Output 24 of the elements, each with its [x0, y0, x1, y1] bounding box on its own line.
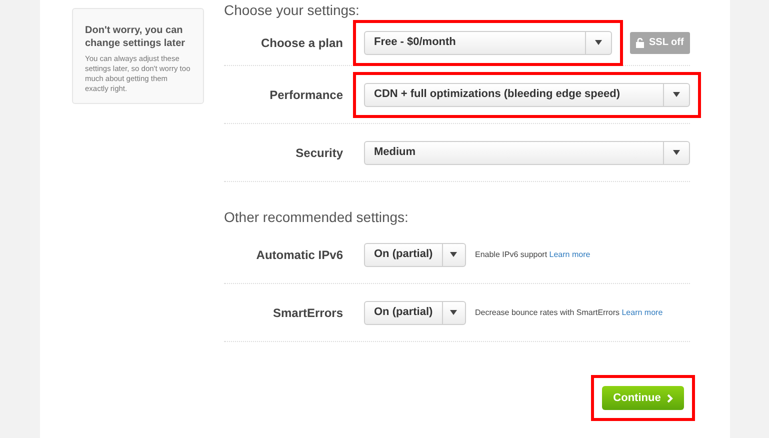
setting-label: Performance	[268, 86, 343, 104]
setting-label: Automatic IPv6	[255, 246, 343, 264]
dropdown[interactable]: CDN + full optimizations (bleeding edge speed)	[364, 82, 690, 106]
caret-icon	[595, 40, 602, 45]
caret-icon	[673, 92, 680, 97]
lock-icon	[636, 38, 644, 48]
learn-more-link[interactable]: Learn more	[622, 308, 663, 316]
setting-label: Security	[294, 144, 343, 162]
dropdown[interactable]: Free - $0/month	[364, 30, 612, 54]
caret-icon	[450, 252, 458, 257]
setting-description: Decrease bounce rates with SmartErrors Learn more	[475, 306, 663, 318]
caret-icon	[673, 150, 680, 155]
caret-icon	[450, 310, 458, 315]
learn-more-link[interactable]: Learn more	[549, 250, 590, 258]
setting-label: SmartErrors	[272, 304, 343, 322]
dropdown[interactable]: On (partial)	[364, 242, 466, 266]
dropdown[interactable]: On (partial)	[364, 300, 466, 324]
chevron-right-icon	[666, 394, 673, 402]
section-heading: Choose your settings:	[224, 1, 360, 19]
tip-title: Don't worry, you can change settings later	[85, 24, 186, 50]
setting-description: Enable IPv6 support Learn more	[475, 248, 590, 260]
setting-label: Choose a plan	[260, 34, 343, 52]
section-heading: Other recommended settings:	[224, 208, 410, 226]
dropdown[interactable]: Medium	[364, 140, 690, 164]
